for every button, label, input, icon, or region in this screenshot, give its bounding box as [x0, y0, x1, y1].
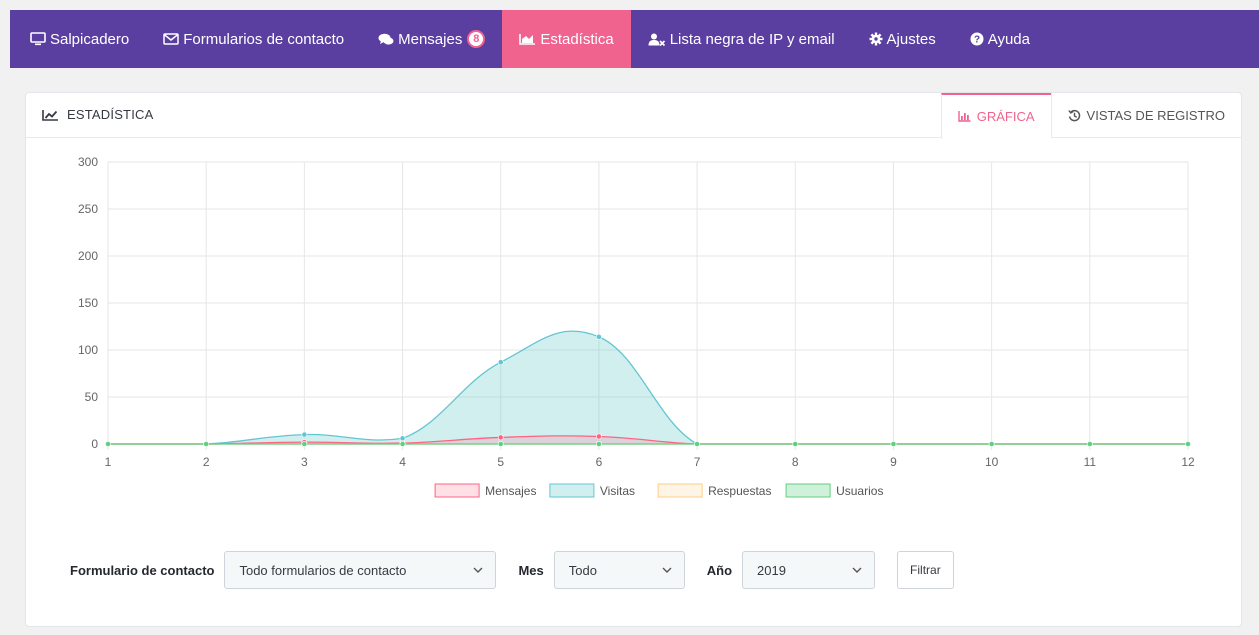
nav-item-ayuda[interactable]: ? Ayuda: [953, 10, 1047, 68]
form-select[interactable]: Todo formularios de contacto: [224, 551, 497, 589]
nav-label: Ayuda: [987, 30, 1030, 48]
x-tick-label: 7: [694, 455, 701, 469]
month-select-value: Todo: [568, 562, 597, 578]
data-point-usuarios: [301, 441, 308, 447]
gear-icon: [869, 32, 883, 46]
legend-label-visitas: Visitas: [600, 484, 635, 498]
nav-label: Lista negra de IP y email: [669, 30, 835, 48]
data-point-usuarios: [203, 441, 210, 447]
legend-swatch-respuestas: [657, 483, 703, 498]
data-point-visitas: [301, 431, 308, 438]
y-tick-label: 50: [85, 390, 99, 404]
legend-label-usuarios: Usuarios: [836, 484, 883, 498]
nav-label: Salpicadero: [50, 30, 130, 48]
y-tick-label: 100: [78, 343, 98, 357]
y-tick-label: 300: [78, 155, 98, 169]
nav-item-ajustes[interactable]: Ajustes: [852, 10, 953, 68]
x-tick-label: 8: [792, 455, 799, 469]
x-tick-label: 3: [301, 455, 308, 469]
data-point-usuarios: [596, 441, 602, 447]
data-point-mensajes: [596, 433, 602, 440]
statistics-chart: 0501001502002503001 2 3 4 5 6 7 8 9 10 11 12Mensaje…: [78, 155, 1195, 498]
form-filter-label: Formulario de contacto: [70, 562, 215, 578]
nav-item-mensajes[interactable]: Mensajes 8: [361, 10, 502, 68]
top-navigation: Salpicadero Formularios de contacto Mens…: [10, 10, 1259, 68]
envelope-icon: [163, 33, 179, 45]
nav-label: Ajustes: [886, 30, 936, 48]
comments-icon: [378, 33, 394, 46]
y-tick-label: 200: [78, 249, 98, 263]
month-select[interactable]: Todo: [553, 551, 685, 589]
area-chart-icon: [519, 33, 536, 45]
x-tick-label: 6: [596, 455, 603, 469]
x-tick-label: 1: [105, 455, 112, 469]
chevron-down-icon: [852, 567, 862, 573]
question-circle-icon: ?: [970, 32, 984, 46]
x-tick-label: 4: [399, 455, 406, 469]
chevron-down-icon: [473, 567, 483, 573]
x-tick-label: 12: [1181, 455, 1195, 469]
year-select[interactable]: 2019: [742, 551, 876, 589]
messages-count-badge: 8: [467, 30, 486, 48]
filter-button[interactable]: Filtrar: [897, 551, 954, 589]
data-point-usuarios: [1185, 441, 1191, 447]
data-point-visitas: [497, 359, 504, 366]
data-point-usuarios: [792, 441, 799, 447]
data-point-usuarios: [988, 441, 995, 447]
y-tick-label: 0: [91, 437, 98, 451]
data-point-mensajes: [497, 434, 504, 441]
nav-label: Estadística: [540, 30, 614, 48]
x-tick-label: 9: [890, 455, 897, 469]
legend-swatch-mensajes: [434, 483, 480, 498]
legend-label-respuestas: Respuestas: [708, 484, 771, 498]
x-tick-label: 2: [203, 455, 210, 469]
data-point-usuarios: [890, 441, 897, 447]
legend-swatch-usuarios: [785, 483, 831, 498]
y-tick-label: 250: [78, 202, 98, 216]
x-tick-label: 5: [497, 455, 504, 469]
data-point-usuarios: [1086, 441, 1093, 447]
user-block-icon: [648, 33, 666, 46]
svg-text:?: ?: [974, 35, 980, 46]
nav-item-salpicadero[interactable]: Salpicadero: [10, 10, 146, 68]
data-point-usuarios: [497, 441, 504, 447]
x-tick-label: 11: [1084, 455, 1097, 469]
month-filter-label: Mes: [518, 562, 544, 578]
statistics-panel: Estadística Gráfica Vistas de registro 0…: [25, 92, 1242, 627]
form-select-value: Todo formularios de contacto: [239, 562, 407, 578]
year-filter-label: Año: [706, 562, 733, 578]
nav-item-formularios[interactable]: Formularios de contacto: [146, 10, 361, 68]
data-point-usuarios: [399, 441, 406, 447]
desktop-icon: [30, 32, 46, 46]
data-point-usuarios: [694, 441, 700, 447]
legend-label-mensajes: Mensajes: [485, 484, 536, 498]
data-point-visitas: [596, 333, 602, 340]
year-select-value: 2019: [757, 562, 786, 578]
nav-label: Mensajes: [398, 30, 463, 48]
chevron-down-icon: [662, 567, 672, 573]
nav-item-estadistica[interactable]: Estadística: [502, 10, 631, 68]
legend-swatch-visitas: [549, 483, 595, 498]
nav-item-lista-negra[interactable]: Lista negra de IP y email: [631, 10, 852, 68]
nav-label: Formularios de contacto: [183, 30, 345, 48]
x-tick-label: 10: [985, 455, 999, 469]
y-tick-label: 150: [78, 296, 98, 310]
filter-bar: Formulario de contacto Todo formularios …: [70, 551, 954, 589]
data-point-usuarios: [105, 441, 111, 447]
